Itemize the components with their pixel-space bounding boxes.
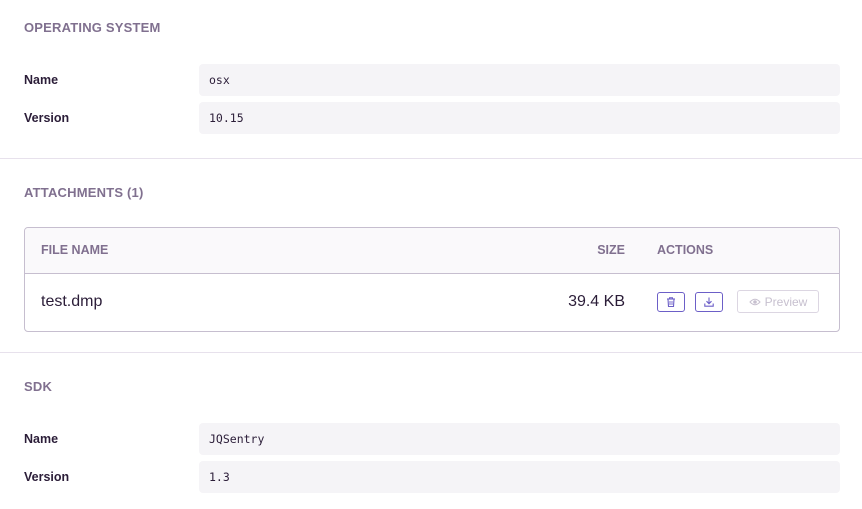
delete-attachment-button[interactable] bbox=[657, 292, 685, 312]
trash-icon bbox=[667, 297, 675, 308]
column-header-actions: ACTIONS bbox=[657, 243, 714, 257]
attachments-table: FILE NAME SIZE ACTIONS test.dmp 39.4 KB bbox=[24, 227, 840, 332]
os-name-value: osx bbox=[199, 64, 840, 96]
preview-label: Preview bbox=[764, 294, 808, 309]
column-header-file-name: FILE NAME bbox=[41, 243, 109, 257]
sdk-name-row: Name JQSentry bbox=[24, 423, 840, 455]
os-version-row: Version 10.15 bbox=[24, 102, 840, 134]
sdk-section-title: SDK bbox=[24, 379, 53, 394]
preview-attachment-button[interactable]: Preview bbox=[737, 290, 819, 313]
os-name-row: Name osx bbox=[24, 64, 840, 96]
attachments-table-header: FILE NAME SIZE ACTIONS bbox=[25, 228, 839, 274]
attachments-section-title: ATTACHMENTS (1) bbox=[24, 185, 144, 200]
column-header-size: SIZE bbox=[597, 243, 625, 257]
os-version-value: 10.15 bbox=[199, 102, 840, 134]
sdk-version-row: Version 1.3 bbox=[24, 461, 840, 493]
sdk-section: SDK Name JQSentry Version 1.3 bbox=[0, 353, 862, 509]
download-attachment-button[interactable] bbox=[695, 292, 723, 312]
os-version-key: Version bbox=[24, 111, 70, 125]
attachment-size: 39.4 KB bbox=[568, 293, 625, 310]
eye-icon bbox=[748, 298, 761, 305]
sdk-name-value: JQSentry bbox=[199, 423, 840, 455]
os-name-key: Name bbox=[24, 73, 59, 87]
attachment-file-name: test.dmp bbox=[41, 293, 103, 310]
sdk-version-key: Version bbox=[24, 470, 70, 484]
table-row: test.dmp 39.4 KB Preview bbox=[25, 274, 839, 331]
sdk-name-key: Name bbox=[24, 432, 59, 446]
os-section-title: OPERATING SYSTEM bbox=[24, 20, 161, 35]
os-section: OPERATING SYSTEM Name osx Version 10.15 bbox=[0, 0, 862, 158]
download-icon bbox=[704, 297, 714, 307]
sdk-version-value: 1.3 bbox=[199, 461, 840, 493]
